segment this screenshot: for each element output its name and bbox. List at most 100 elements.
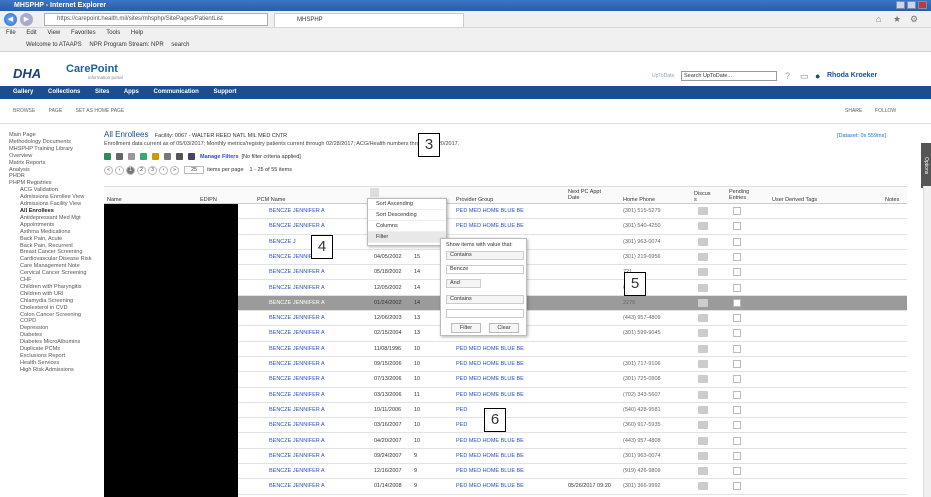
favorite-link-search[interactable]: search [171,42,189,48]
cell-provider-group[interactable]: PED MED HOME BLUE BE [456,483,524,489]
cell-pcm-name[interactable]: BENCZE JENNIFER A [269,422,325,428]
leftnav-subitem[interactable]: Chlamydia Screening [9,298,96,305]
export-excel-icon[interactable] [104,153,111,160]
leftnav-subitem[interactable]: Asthma Medications [9,229,96,236]
columns-icon[interactable] [164,153,171,160]
ribbon-page[interactable]: PAGE [49,108,63,114]
cell-pcm-name[interactable]: BENCZE JENNIFER A [269,269,325,275]
cell-pcm-name[interactable]: BENCZE JENNIFER A [269,346,325,352]
leftnav-item[interactable]: Analysis [9,167,96,174]
user-icon[interactable]: ● [815,71,820,81]
leftnav-subitem[interactable]: Children with Pharyngitis [9,284,96,291]
uptodate-search-input[interactable]: Search UpToDate... [681,71,777,81]
refresh-icon[interactable] [128,153,135,160]
cell-pcm-name[interactable]: BENCZE JENNIFER A [269,392,325,398]
col-home-phone[interactable]: Home Phone [623,197,655,203]
leftnav-subitem[interactable]: Diabetes [9,332,96,339]
col-provider-group[interactable]: Provider Group [456,197,493,203]
page-2-button[interactable]: 2 [137,165,146,175]
leftnav-subitem[interactable]: Care Management Note [9,263,96,270]
pending-checkbox[interactable] [733,436,741,445]
discuss-icon[interactable] [698,298,708,307]
cell-pcm-name[interactable]: BENCZE JENNIFER A [269,208,325,214]
cell-provider-group[interactable]: PED MED HOME BLUE BE [456,453,524,459]
pending-checkbox[interactable] [733,268,741,277]
discuss-icon[interactable] [698,482,708,491]
browser-tab[interactable]: MHSPHP [274,13,464,27]
leftnav-subitem[interactable]: Diabetes MicroAlbumins [9,339,96,346]
filter-clear-button[interactable]: Clear [489,323,519,333]
print-icon[interactable] [116,153,123,160]
pending-checkbox[interactable] [733,298,741,307]
discuss-icon[interactable] [698,252,708,261]
pending-checkbox[interactable] [733,375,741,384]
maximize-button[interactable] [907,1,916,9]
cell-provider-group[interactable]: PED [456,422,467,428]
cell-pcm-name[interactable]: BENCZE J [269,239,296,245]
share-link[interactable]: SHARE [845,99,862,124]
page-1-button[interactable]: 1 [126,165,135,175]
discuss-icon[interactable] [698,360,708,368]
leftnav-subitem[interactable]: COPD [9,318,96,325]
last-page-button[interactable]: » [170,165,179,175]
col-user-tags[interactable]: User Derived Tags [772,197,817,203]
pending-checkbox[interactable] [733,314,741,323]
col-discuss[interactable]: Discus s [694,191,712,203]
discuss-icon[interactable] [698,314,708,323]
favorites-star-icon[interactable]: ★ [893,14,901,25]
discuss-icon[interactable] [698,268,708,277]
nav-collections[interactable]: Collections [48,89,80,95]
leftnav-subitem[interactable]: Appointments [9,222,96,229]
cell-provider-group[interactable]: PED [456,407,467,413]
filter-operator-1[interactable]: Contains [446,251,524,260]
leftnav-subitem[interactable]: Health Services [9,360,96,367]
filter-value-2[interactable] [446,309,524,318]
cell-pcm-name[interactable]: BENCZE JENNIFER A [269,315,325,321]
filter-apply-button[interactable]: Filter [451,323,481,333]
leftnav-item[interactable]: Methodology Documents [9,139,96,146]
chat-icon[interactable]: ▭ [800,71,809,82]
prev-page-button[interactable]: ‹ [115,165,124,175]
leftnav-subitem[interactable]: Back Pain, Acute [9,236,96,243]
cell-provider-group[interactable]: PED MED HOME BLUE BE [456,392,524,398]
grid-icon[interactable] [176,153,183,160]
cell-pcm-name[interactable]: BENCZE JENNIFER A [269,483,325,489]
chart-icon[interactable] [140,153,147,160]
discuss-icon[interactable] [698,405,708,414]
col-pending[interactable]: Pending Entries [729,189,759,201]
pending-checkbox[interactable] [733,283,741,292]
cell-pcm-name[interactable]: BENCZE JENNIFER A [269,223,325,229]
ribbon-browse[interactable]: BROWSE [13,108,35,114]
nav-support[interactable]: Support [214,89,237,95]
pending-checkbox[interactable] [733,360,741,368]
cell-provider-group[interactable]: PED MED HOME BLUE BE [456,438,524,444]
cell-provider-group[interactable]: PED MED HOME BLUE BE [456,223,524,229]
leftnav-subitem[interactable]: Exclusions Report [9,353,96,360]
cell-provider-group[interactable]: PED MED HOME BLUE BE [456,376,524,382]
leftnav-item[interactable]: MHSPHP Training Library [9,146,96,153]
leftnav-subitem[interactable]: Colon Cancer Screening [9,312,96,319]
options-tab[interactable]: Options [921,143,931,188]
page-size-select[interactable]: 25 [184,166,205,174]
first-page-button[interactable]: « [104,165,113,175]
favorite-link-ataaps[interactable]: Welcome to ATAAPS [26,42,82,48]
sort-descending-item[interactable]: Sort Descending [368,210,446,221]
pending-checkbox[interactable] [733,451,741,460]
nav-sites[interactable]: Sites [95,89,109,95]
cell-pcm-name[interactable]: BENCZE JENNIFER A [269,438,325,444]
discuss-icon[interactable] [698,344,708,353]
settings-gear-icon[interactable]: ⚙ [910,14,918,25]
user-name[interactable]: Rhoda Kroeker [827,72,877,79]
back-button[interactable]: ◀ [4,13,17,26]
cell-provider-group[interactable]: PED MED HOME BLUE BE [456,208,524,214]
home-icon[interactable]: ⌂ [876,14,881,24]
leftnav-subitem[interactable]: Cervical Cancer Screening [9,270,96,277]
pending-checkbox[interactable] [733,237,741,246]
cell-provider-group[interactable]: PED MED HOME BLUE BE [456,468,524,474]
leftnav-subitem[interactable]: Back Pain, Recurrent [9,243,96,250]
pending-checkbox[interactable] [733,405,741,414]
filter-item[interactable]: Filter [368,232,446,243]
cell-pcm-name[interactable]: BENCZE JENNIFER A [269,453,325,459]
leftnav-subitem[interactable]: Admissions Enrollee View [9,194,96,201]
leftnav-subitem[interactable]: Admissions Facility View [9,201,96,208]
